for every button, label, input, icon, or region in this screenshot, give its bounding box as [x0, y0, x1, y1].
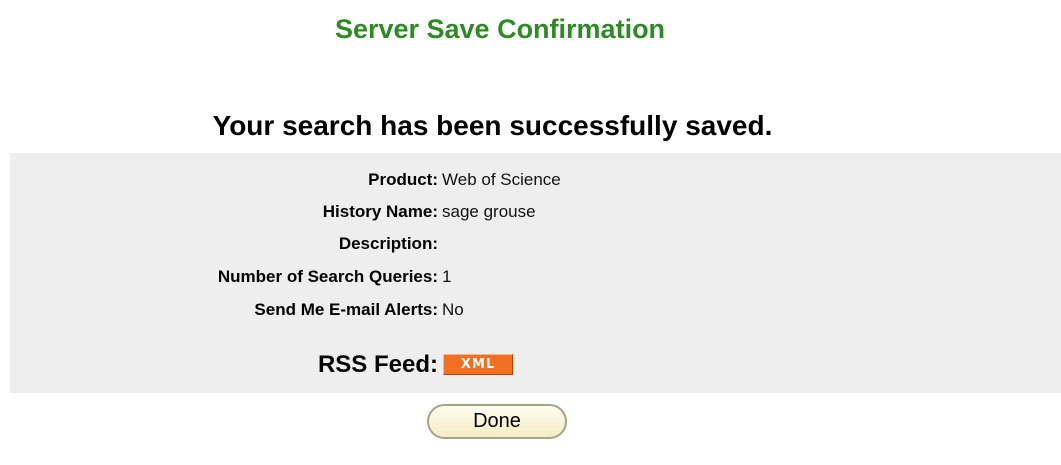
- detail-row-query-count: Number of Search Queries: 1: [10, 265, 1061, 289]
- query-count-value: 1: [442, 267, 452, 286]
- rss-feed-label: RSS Feed:: [317, 351, 438, 378]
- xml-feed-link[interactable]: XML: [443, 354, 513, 375]
- product-label: Product:: [368, 170, 438, 189]
- history-name-value: sage grouse: [442, 202, 536, 221]
- history-name-label: History Name:: [322, 202, 438, 221]
- detail-row-email-alerts: Send Me E-mail Alerts: No: [10, 298, 1061, 322]
- rss-feed-row: RSS Feed: XML: [10, 349, 1061, 381]
- query-count-label: Number of Search Queries:: [217, 267, 438, 286]
- description-label: Description:: [338, 234, 438, 253]
- page-title: Server Save Confirmation: [334, 14, 666, 44]
- done-button[interactable]: Done: [427, 404, 567, 439]
- success-message: Your search has been successfully saved.: [212, 110, 773, 141]
- detail-row-product: Product: Web of Science: [10, 168, 1061, 192]
- details-panel: Product: Web of Science History Name: sa…: [10, 153, 1061, 393]
- detail-row-description: Description:: [10, 232, 1061, 256]
- product-value: Web of Science: [442, 170, 561, 189]
- email-alerts-value: No: [442, 300, 464, 319]
- email-alerts-label: Send Me E-mail Alerts:: [254, 300, 438, 319]
- detail-row-history-name: History Name: sage grouse: [10, 200, 1061, 224]
